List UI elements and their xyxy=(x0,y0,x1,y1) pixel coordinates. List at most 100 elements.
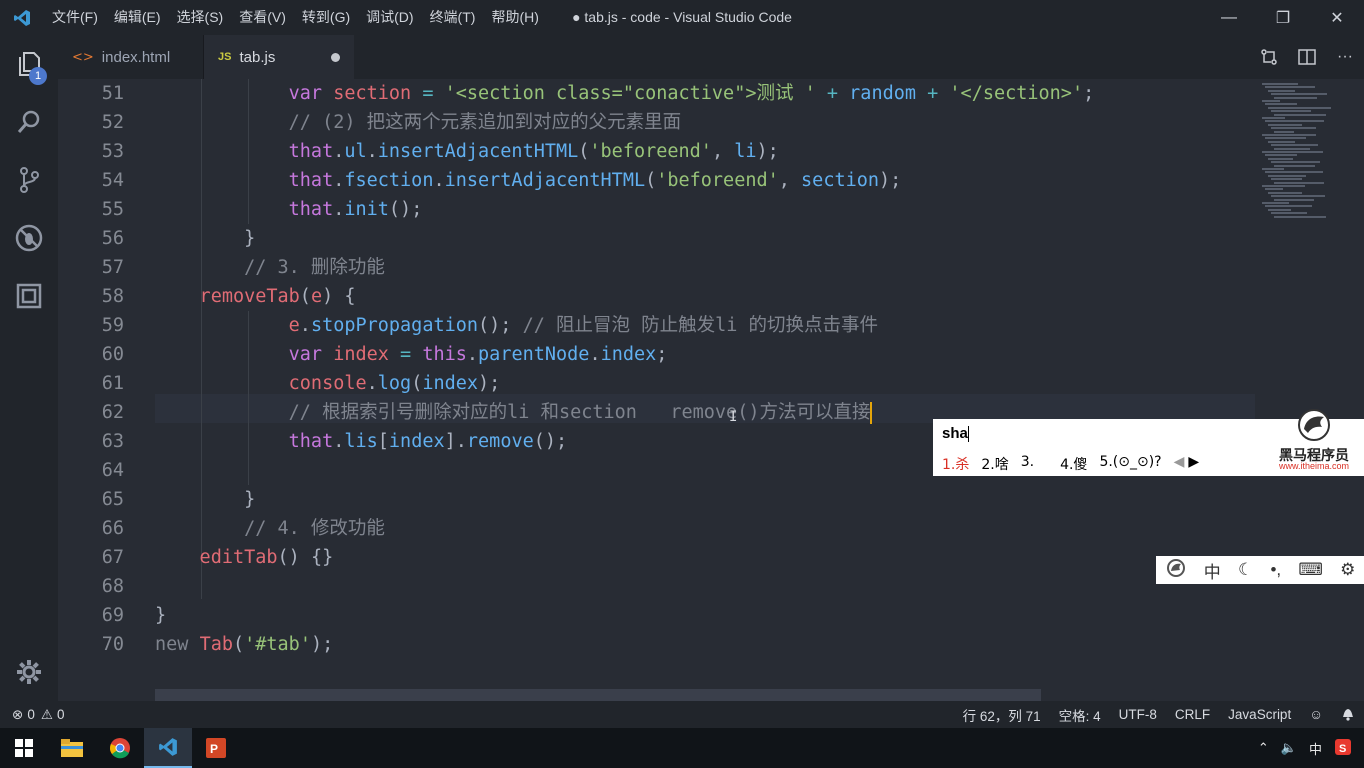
debug-icon[interactable] xyxy=(0,209,58,267)
files-icon[interactable]: 1 xyxy=(0,35,58,93)
code-line[interactable]: // 3. 删除功能 xyxy=(155,253,385,282)
chrome-icon[interactable] xyxy=(96,728,144,768)
cursor-position[interactable]: 行 62，列 71 xyxy=(954,705,1050,725)
code-line[interactable]: } xyxy=(155,485,255,514)
gear-icon[interactable]: ⚙ xyxy=(1340,560,1355,580)
close-icon[interactable]: ✕ xyxy=(1310,0,1364,35)
encoding[interactable]: UTF-8 xyxy=(1110,707,1166,722)
windows-start-icon[interactable] xyxy=(0,728,48,768)
text-cursor-icon: I xyxy=(729,409,738,425)
code-line[interactable]: e.stopPropagation(); // 阻止冒泡 防止触发li 的切换点… xyxy=(155,311,878,340)
unsaved-dot-icon[interactable] xyxy=(331,52,340,62)
minimap-line xyxy=(1274,147,1310,150)
minimap-line xyxy=(1265,86,1315,89)
line-ending[interactable]: CRLF xyxy=(1166,707,1219,722)
line-number: 55 xyxy=(101,199,124,220)
editor-tab-bar: <> index.html JS tab.js ··· xyxy=(58,35,1364,79)
warning-count: 0 xyxy=(56,707,65,722)
punctuation-icon[interactable]: •, xyxy=(1270,560,1281,580)
moon-icon[interactable]: ☾ xyxy=(1238,560,1253,580)
sogou-icon[interactable]: S xyxy=(1328,738,1358,759)
powerpoint-icon[interactable]: P xyxy=(192,728,240,768)
code-line[interactable]: new Tab('#tab'); xyxy=(155,630,333,659)
tray-expand-icon[interactable]: ⌃ xyxy=(1252,740,1275,756)
menu-bar: 文件(F) 编辑(E) 选择(S) 查看(V) 转到(G) 调试(D) 终端(T… xyxy=(44,0,547,35)
ime-language-toggle[interactable]: 中 xyxy=(1204,558,1221,583)
indentation[interactable]: 空格: 4 xyxy=(1050,705,1110,725)
js-icon: JS xyxy=(218,51,232,63)
error-count: 0 xyxy=(27,707,35,722)
ime-prev-icon[interactable]: ◀ xyxy=(1174,454,1185,474)
code-line[interactable]: editTab() {} xyxy=(155,543,334,572)
gear-icon[interactable] xyxy=(0,643,58,701)
menu-help[interactable]: 帮助(H) xyxy=(483,0,546,35)
tab-tab-js[interactable]: JS tab.js xyxy=(204,35,354,79)
menu-view[interactable]: 查看(V) xyxy=(231,0,294,35)
minimap-line xyxy=(1265,120,1325,123)
horizontal-scrollbar[interactable] xyxy=(155,689,1041,701)
minimap-line xyxy=(1262,117,1286,119)
split-editor-icon[interactable] xyxy=(1288,35,1326,79)
compare-icon[interactable] xyxy=(1250,35,1288,79)
ime-logo-icon[interactable] xyxy=(1165,558,1187,583)
notifications-bell-icon[interactable] xyxy=(1332,706,1364,724)
minimap-line xyxy=(1274,215,1327,218)
code-line[interactable]: that.fsection.insertAdjacentHTML('before… xyxy=(155,166,902,195)
menu-debug[interactable]: 调试(D) xyxy=(358,0,421,35)
tab-index-html[interactable]: <> index.html xyxy=(58,35,204,79)
code-line[interactable]: console.log(index); xyxy=(155,369,501,398)
search-icon[interactable] xyxy=(0,93,58,151)
title-bar: 文件(F) 编辑(E) 选择(S) 查看(V) 转到(G) 调试(D) 终端(T… xyxy=(0,0,1364,35)
minimap[interactable] xyxy=(1256,79,1364,701)
restore-icon[interactable]: ❐ xyxy=(1256,0,1310,35)
line-number: 57 xyxy=(101,257,124,278)
ime-candidate[interactable]: 3. xyxy=(1021,454,1034,474)
code-line[interactable]: } xyxy=(155,601,166,630)
vscode-taskbar-icon[interactable] xyxy=(144,728,192,768)
code-line[interactable]: } xyxy=(155,224,255,253)
keyboard-icon[interactable]: ⌨ xyxy=(1298,560,1323,580)
line-number: 65 xyxy=(101,489,124,510)
more-actions-icon[interactable]: ··· xyxy=(1326,35,1364,79)
code-line[interactable]: // 根据索引号删除对应的li 和section remove()方法可以直接 xyxy=(155,398,873,427)
minimap-line xyxy=(1265,103,1297,106)
menu-file[interactable]: 文件(F) xyxy=(44,0,106,35)
code-line[interactable]: that.lis[index].remove(); xyxy=(155,427,568,456)
code-area[interactable]: var section = '<section class="conactive… xyxy=(155,79,1255,701)
feedback-smiley-icon[interactable]: ☺ xyxy=(1300,707,1332,722)
problems-indicator[interactable]: ⊗ 0 ⚠ 0 xyxy=(0,707,64,723)
source-control-icon[interactable] xyxy=(0,151,58,209)
ime-next-icon[interactable]: ▶ xyxy=(1188,454,1199,474)
ime-mode-indicator[interactable]: 中 xyxy=(1303,739,1328,758)
minimap-line xyxy=(1262,83,1298,85)
line-number: 51 xyxy=(101,83,124,104)
ime-candidate[interactable]: 1.杀 xyxy=(942,454,969,474)
activity-bar: 1 xyxy=(0,35,58,701)
minimap-line xyxy=(1262,185,1306,187)
menu-edit[interactable]: 编辑(E) xyxy=(106,0,169,35)
minimap-line xyxy=(1271,127,1316,130)
line-number: 58 xyxy=(101,286,124,307)
volume-icon[interactable]: 🔈 xyxy=(1275,740,1303,756)
code-line[interactable]: var section = '<section class="conactive… xyxy=(155,79,1095,108)
code-line[interactable]: removeTab(e) { xyxy=(155,282,356,311)
code-line[interactable]: // (2) 把这两个元素追加到对应的父元素里面 xyxy=(155,108,681,137)
ime-candidate[interactable]: 4.傻 xyxy=(1060,454,1087,474)
language-mode[interactable]: JavaScript xyxy=(1219,707,1300,722)
menu-terminal[interactable]: 终端(T) xyxy=(422,0,484,35)
error-icon: ⊗ xyxy=(12,706,24,722)
code-line[interactable]: that.ul.insertAdjacentHTML('beforeend', … xyxy=(155,137,779,166)
minimize-icon[interactable]: — xyxy=(1202,0,1256,35)
file-explorer-icon[interactable] xyxy=(48,728,96,768)
minimap-line xyxy=(1271,144,1318,147)
extensions-icon[interactable] xyxy=(0,267,58,325)
menu-selection[interactable]: 选择(S) xyxy=(169,0,232,35)
svg-text:P: P xyxy=(210,742,218,756)
ime-candidate[interactable]: 2.啥 xyxy=(981,454,1008,474)
menu-go[interactable]: 转到(G) xyxy=(294,0,358,35)
ime-candidate[interactable]: 5.(⊙_⊙)? xyxy=(1099,454,1161,474)
code-line[interactable]: var index = this.parentNode.index; xyxy=(155,340,668,369)
code-line[interactable]: // 4. 修改功能 xyxy=(155,514,385,543)
code-line[interactable]: that.init(); xyxy=(155,195,423,224)
code-editor[interactable]: 51 52 53 54 55 56 57 58 59 60 61 62 63 64 65 66 67 68 69 70… xyxy=(58,79,1364,701)
